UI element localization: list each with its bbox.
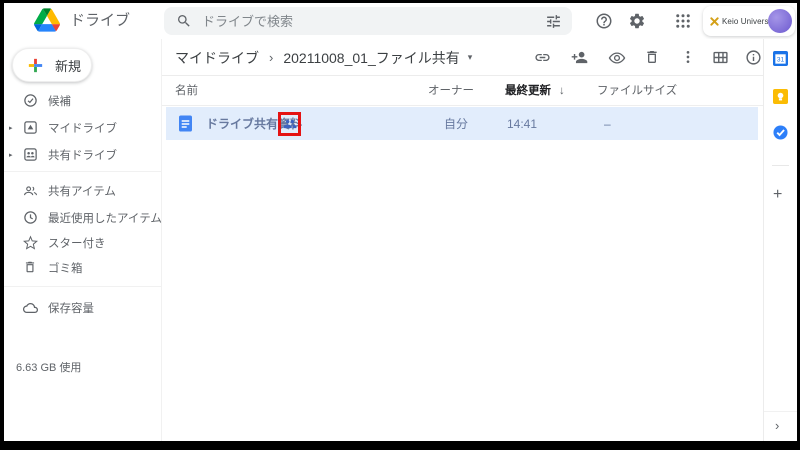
settings-gear-icon[interactable] [628,12,646,30]
google-drive-window: ドライブ Keio University [4,3,797,441]
panel-bottom-strip: › [764,411,797,441]
preview-eye-icon[interactable] [608,49,625,66]
shared-people-icon [283,118,297,130]
star-icon [23,235,38,250]
file-modified-time: 14:41 [507,117,537,131]
keio-emblem-icon [710,17,719,26]
account-badge[interactable]: Keio University [703,6,795,36]
column-header-name[interactable]: 名前 [175,76,198,106]
storage-used-text: 6.63 GB 使用 [16,359,81,375]
column-header-owner[interactable]: オーナー [428,76,474,106]
sidebar-item-trash[interactable]: ゴミ箱 [4,254,161,281]
expand-arrow-icon[interactable]: ▸ [9,124,13,132]
sidebar-item-shared-with-me[interactable]: 共有アイテム [4,177,161,204]
people-icon [23,183,38,198]
sidebar-divider [4,286,162,287]
get-add-ons-icon[interactable]: + [773,187,782,203]
column-header-size[interactable]: ファイルサイズ [597,76,677,106]
more-options-icon[interactable] [680,49,697,66]
grid-view-icon[interactable] [712,49,729,66]
apps-grid-icon[interactable] [674,12,692,30]
panel-divider [772,165,789,166]
file-size: – [604,117,611,131]
breadcrumb-current-folder[interactable]: 20211008_01_ファイル共有 [283,48,459,68]
sidebar-item-starred[interactable]: スター付き [4,229,161,256]
file-owner: 自分 [444,115,468,132]
left-sidebar: 新規 候補 ▸ マイドライブ ▸ 共有ドライブ [4,39,162,441]
search-icon[interactable] [176,13,192,29]
shared-drive-icon [23,147,38,162]
sidebar-item-recent[interactable]: 最近使用したアイテム [4,204,161,231]
sidebar-item-my-drive[interactable]: ▸ マイドライブ [4,114,161,141]
sidebar-item-label: 保存容量 [48,300,94,316]
clock-icon [23,210,38,225]
search-input[interactable] [202,14,545,29]
sidebar-item-priority[interactable]: 候補 [4,87,161,114]
sidebar-item-label: マイドライブ [48,120,117,136]
right-side-panel: 31 + › [763,39,797,441]
column-header-modified[interactable]: 最終更新 [505,76,551,106]
cloud-icon [23,300,38,315]
hide-panel-chevron-icon[interactable]: › [775,418,779,433]
new-button-label: 新規 [55,56,81,75]
google-tasks-icon[interactable] [773,125,788,140]
share-person-add-icon[interactable] [571,49,588,66]
file-list-header: 名前 オーナー 最終更新 ↓ ファイルサイズ [162,76,763,106]
sidebar-item-shared-drives[interactable]: ▸ 共有ドライブ [4,141,161,168]
sidebar-item-label: スター付き [48,235,106,251]
info-icon[interactable] [745,49,762,66]
file-row-selected[interactable]: ドライブ共有資料 自分 14:41 – [166,107,758,140]
google-docs-file-icon [178,115,193,132]
sidebar-divider [4,171,162,172]
sort-direction-icon[interactable]: ↓ [559,76,565,106]
drive-logo-icon[interactable] [34,8,60,32]
avatar[interactable] [768,9,792,33]
multicolor-plus-icon [26,56,45,75]
search-options-icon[interactable] [545,13,562,30]
breadcrumb: マイドライブ › 20211008_01_ファイル共有 ▾ [175,39,472,76]
annotation-red-box [278,112,301,136]
check-circle-icon [23,93,38,108]
get-link-icon[interactable] [534,49,551,66]
delete-trash-icon[interactable] [644,49,661,66]
sidebar-item-label: 候補 [48,93,71,109]
svg-text:31: 31 [777,56,785,63]
breadcrumb-toolbar-row: マイドライブ › 20211008_01_ファイル共有 ▾ [162,39,763,76]
google-calendar-icon[interactable]: 31 [773,51,788,66]
search-bar[interactable] [164,7,572,35]
sidebar-item-label: 共有ドライブ [48,147,117,163]
main-content: マイドライブ › 20211008_01_ファイル共有 ▾ [162,39,763,441]
sidebar-item-label: ゴミ箱 [48,260,83,276]
sidebar-item-storage[interactable]: 保存容量 [4,294,161,321]
expand-arrow-icon[interactable]: ▸ [9,151,13,159]
sidebar-item-label: 共有アイテム [48,183,116,199]
sidebar-item-label: 最近使用したアイテム [48,210,162,226]
folder-menu-caret-icon[interactable]: ▾ [468,52,473,63]
trash-icon [23,260,38,275]
new-button[interactable]: 新規 [12,48,92,82]
breadcrumb-my-drive[interactable]: マイドライブ [175,48,259,68]
top-app-bar: ドライブ Keio University [4,3,797,39]
app-title: ドライブ [70,3,130,39]
breadcrumb-separator-icon: › [269,50,273,65]
google-keep-icon[interactable] [773,89,788,104]
help-icon[interactable] [595,12,613,30]
my-drive-icon [23,120,38,135]
